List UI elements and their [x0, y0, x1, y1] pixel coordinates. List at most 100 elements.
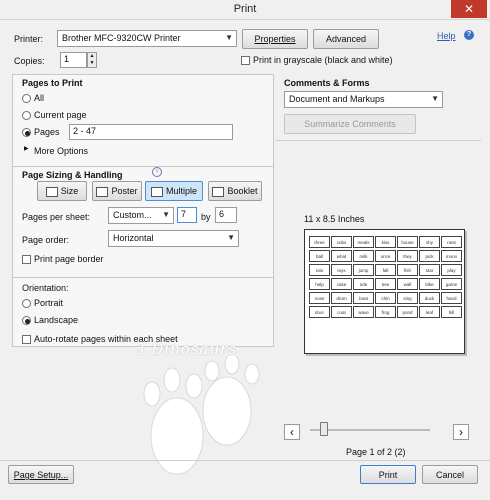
copies-stepper[interactable]: ▲ ▼	[87, 52, 97, 68]
preview-thumbnail: wall	[397, 278, 418, 290]
pages-per-sheet-label: Pages per sheet:	[22, 212, 91, 222]
grayscale-label: Print in grayscale (black and white)	[253, 55, 393, 65]
current-page-radio[interactable]	[22, 111, 31, 120]
by-label: by	[201, 212, 211, 222]
preview-thumbnail: leaf	[419, 306, 440, 318]
advanced-button[interactable]: Advanced	[313, 29, 379, 49]
pages-per-sheet-select[interactable]: Custom... ▼	[108, 207, 174, 224]
preview-thumbnail: drum	[331, 292, 352, 304]
comments-forms-title: Comments & Forms	[284, 78, 370, 88]
info-icon[interactable]: i	[152, 167, 162, 177]
page-slider-track[interactable]	[310, 429, 430, 431]
properties-button[interactable]: Properties	[242, 29, 308, 49]
preview-thumbnail: pick	[419, 250, 440, 262]
printer-value: Brother MFC-9320CW Printer	[62, 33, 181, 43]
preview-thumbnail: fish	[397, 264, 418, 276]
footer-divider	[0, 460, 490, 461]
help-link[interactable]: Help	[437, 31, 456, 41]
preview-thumbnail: sing	[397, 292, 418, 304]
all-radio[interactable]	[22, 94, 31, 103]
print-button[interactable]: Print	[360, 465, 416, 484]
tab-size[interactable]: Size	[37, 181, 87, 201]
pages-to-print-title: Pages to Print	[22, 78, 83, 88]
page-setup-button[interactable]: Page Setup...	[8, 465, 74, 484]
footprint-watermark	[143, 356, 260, 475]
preview-thumbnail: ball	[309, 250, 330, 262]
cancel-button[interactable]: Cancel	[422, 465, 478, 484]
current-page-label: Current page	[34, 110, 87, 120]
help-icon[interactable]: ?	[464, 30, 474, 40]
print-border-checkbox[interactable]	[22, 255, 31, 264]
tab-multiple[interactable]: Multiple	[145, 181, 203, 201]
columns-input[interactable]: 7	[177, 207, 197, 223]
print-border-label: Print page border	[34, 254, 104, 264]
size-icon	[45, 186, 58, 197]
preview-thumbnail: tree	[375, 278, 396, 290]
pages-range-input[interactable]: 2 - 47	[69, 124, 233, 140]
preview-thumbnail: jump	[353, 264, 374, 276]
close-button[interactable]: ✕	[451, 0, 487, 18]
preview-thumbnail: hand	[441, 292, 462, 304]
preview-thumbnail: toys	[331, 264, 352, 276]
landscape-label: Landscape	[34, 315, 79, 325]
more-options-toggle[interactable]: More Options	[34, 146, 88, 156]
preview-thumbnail: help	[309, 278, 330, 290]
preview-thumbnail: they	[397, 250, 418, 262]
preview-thumbnail: house	[397, 236, 418, 248]
preview-thumbnail: once	[375, 250, 396, 262]
page-order-label: Page order:	[22, 235, 70, 245]
copies-label: Copies:	[14, 56, 45, 66]
preview-thumbnail: meals	[353, 236, 374, 248]
rows-input[interactable]: 6	[215, 207, 237, 223]
multiple-icon	[150, 186, 163, 197]
preview-size-label: 11 x 8.5 Inches	[304, 214, 365, 224]
tab-poster[interactable]: Poster	[92, 181, 142, 201]
preview-thumbnail: coat	[331, 306, 352, 318]
booklet-icon	[212, 186, 225, 197]
preview-thumbnail: nose	[309, 292, 330, 304]
preview-thumbnail: three	[309, 236, 330, 248]
preview-thumbnail: pond	[397, 306, 418, 318]
divider	[276, 140, 481, 141]
preview-thumbnail: star	[419, 264, 440, 276]
pages-radio[interactable]	[22, 128, 31, 137]
preview-thumbnail: play	[441, 264, 462, 276]
tab-booklet[interactable]: Booklet	[208, 181, 262, 201]
more-options-arrow-icon[interactable]: ▶	[24, 145, 29, 152]
chevron-down-icon: ▼	[162, 210, 170, 219]
preview-thumbnail: boat	[353, 292, 374, 304]
landscape-radio[interactable]	[22, 316, 31, 325]
preview-thumbnail: ride	[353, 278, 374, 290]
comments-forms-select[interactable]: Document and Markups ▼	[284, 91, 443, 108]
prev-page-button[interactable]: ‹	[284, 424, 300, 440]
page-indicator: Page 1 of 2 (2)	[346, 447, 406, 457]
preview-page: three cubs meals kiss house shy nest ball what mi…	[304, 229, 465, 354]
preview-thumbnail: nest	[441, 236, 462, 248]
preview-thumbnail: cubs	[331, 236, 352, 248]
preview-thumbnail: duck	[419, 292, 440, 304]
next-page-button[interactable]: ›	[453, 424, 469, 440]
preview-thumbnail-grid: three cubs meals kiss house shy nest ball what mi…	[309, 236, 462, 318]
preview-thumbnail: shy	[419, 236, 440, 248]
preview-thumbnail: fall	[375, 264, 396, 276]
printer-select[interactable]: Brother MFC-9320CW Printer ▼	[57, 30, 237, 47]
copies-input[interactable]: 1	[60, 52, 87, 68]
printer-label: Printer:	[14, 34, 44, 44]
grayscale-checkbox[interactable]	[241, 56, 250, 65]
page-slider-thumb[interactable]	[320, 422, 328, 436]
portrait-radio[interactable]	[22, 299, 31, 308]
portrait-label: Portrait	[34, 298, 64, 308]
preview-thumbnail: door	[309, 306, 330, 318]
preview-thumbnail: hill	[441, 306, 462, 318]
preview-thumbnail: wave	[353, 306, 374, 318]
auto-rotate-checkbox[interactable]	[22, 335, 31, 344]
preview-thumbnail: kiss	[375, 236, 396, 248]
summarize-comments-button[interactable]: Summarize Comments	[284, 114, 416, 134]
orientation-title: Orientation:	[22, 283, 69, 293]
page-order-select[interactable]: Horizontal ▼	[108, 230, 239, 247]
preview-thumbnail: game	[441, 278, 462, 290]
chevron-down-icon: ▼	[225, 33, 233, 42]
preview-thumbnail: frog	[375, 306, 396, 318]
preview-thumbnail: cake	[331, 278, 352, 290]
chevron-down-icon: ▼	[431, 94, 439, 103]
